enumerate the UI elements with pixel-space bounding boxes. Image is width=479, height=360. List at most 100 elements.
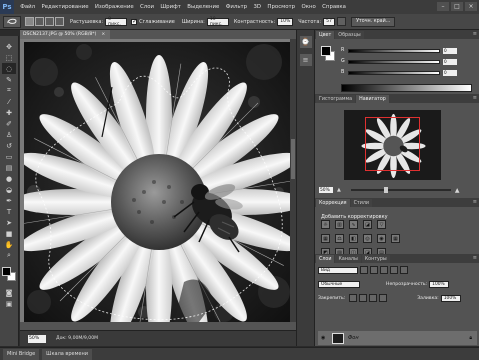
tab-color[interactable]: Цвет [316,31,335,39]
tab-paths[interactable]: Контуры [361,255,390,263]
slider-blue-track[interactable] [348,70,440,75]
frequency-field[interactable]: 57 [323,17,336,26]
levels-icon[interactable]: ▥ [335,220,344,229]
menu-help[interactable]: Справка [322,4,346,10]
slider-red[interactable]: R 0 [341,47,457,54]
gradient-tool-icon[interactable]: ▤ [2,162,16,173]
menu-edit[interactable]: Редактирование [41,4,88,10]
brightness-contrast-icon[interactable]: ☼ [321,220,330,229]
menu-window[interactable]: Окно [301,4,315,10]
filter-smart-icon[interactable] [400,266,408,274]
dodge-tool-icon[interactable]: ◒ [2,184,16,195]
quick-selection-tool-icon[interactable]: ✎ [2,74,16,85]
tab-histogram[interactable]: Гистограмма [316,95,356,103]
color-balance-icon[interactable]: ⚖ [335,234,344,243]
subtract-selection-icon[interactable] [45,17,54,26]
curves-icon[interactable]: ∿ [349,220,358,229]
marquee-tool-icon[interactable]: ⬚ [2,52,16,63]
slider-blue[interactable]: B 0 [341,69,457,76]
menu-image[interactable]: Изображение [95,4,134,10]
color-spectrum[interactable] [341,84,472,92]
pen-pressure-icon[interactable] [337,17,347,26]
refine-edge-button[interactable]: Уточн. край... [351,16,396,27]
path-selection-tool-icon[interactable]: ➤ [2,217,16,228]
antialias-checkbox[interactable] [131,18,137,25]
contrast-field[interactable]: 10% [277,17,294,26]
close-tab-icon[interactable]: × [101,32,105,37]
lock-position-icon[interactable] [369,294,378,302]
panel-menu-icon[interactable]: ≡ [473,255,477,261]
menu-type[interactable]: Шрифт [160,4,180,10]
crop-tool-icon[interactable]: ⌗ [2,85,16,96]
lock-transparent-icon[interactable] [349,294,358,302]
zoom-field[interactable]: 50% [28,334,46,343]
menu-layers[interactable]: Слои [140,4,154,10]
image-canvas[interactable] [24,42,290,322]
filter-pixel-icon[interactable] [360,266,368,274]
history-panel-icon[interactable]: ⌚ [299,36,312,48]
menu-3d[interactable]: 3D [253,4,261,10]
fill-field[interactable]: 100% [440,294,461,302]
new-selection-icon[interactable] [25,17,34,26]
filter-adjustment-icon[interactable] [370,266,378,274]
navigator-view-box[interactable] [365,117,420,171]
tab-timeline[interactable]: Шкала времени [42,348,92,360]
tab-mini-bridge[interactable]: Mini Bridge [3,348,40,360]
panel-menu-icon[interactable]: ≡ [473,31,477,37]
zoom-out-icon[interactable]: ▲ [337,187,341,193]
zoom-tool-icon[interactable]: ⌕ [2,250,16,261]
black-white-icon[interactable]: ◧ [349,234,358,243]
foreground-color[interactable] [2,267,11,276]
navigator-zoom-slider[interactable] [350,187,451,193]
lasso-tool-icon[interactable]: ◌ [2,63,16,74]
feather-field[interactable]: 0 пикс. [105,17,128,27]
close-button[interactable]: × [465,2,477,11]
navigator-preview[interactable] [344,110,441,180]
filter-type-icon[interactable] [380,266,388,274]
color-swatches[interactable] [0,265,19,287]
properties-panel-icon[interactable]: ≡ [299,54,312,66]
color-panel-foreground[interactable] [321,46,331,56]
add-selection-icon[interactable] [35,17,44,26]
vibrance-icon[interactable]: ▽ [377,220,386,229]
slider-green-track[interactable] [348,59,440,64]
navigator-zoom-field[interactable]: 50% [319,187,333,193]
menu-view[interactable]: Просмотр [267,4,295,10]
menu-file[interactable]: Файл [20,4,35,10]
type-tool-icon[interactable]: T [2,206,16,217]
healing-brush-tool-icon[interactable]: ✚ [2,107,16,118]
tab-navigator[interactable]: Навигатор [356,95,389,103]
move-tool-icon[interactable]: ✥ [2,41,16,52]
slider-red-track[interactable] [348,48,440,53]
hand-tool-icon[interactable]: ✋ [2,239,16,250]
minimize-button[interactable]: – [437,2,449,11]
blend-mode-select[interactable]: Обычные [318,280,360,288]
photo-filter-icon[interactable]: ◎ [363,234,372,243]
slider-blue-value[interactable]: 0 [443,69,457,76]
eyedropper-tool-icon[interactable]: ⁄ [2,96,16,107]
tool-preset-picker[interactable] [3,15,21,28]
slider-green[interactable]: G 0 [341,58,457,65]
shape-tool-icon[interactable]: ■ [2,228,16,239]
blur-tool-icon[interactable]: ● [2,173,16,184]
slider-green-value[interactable]: 0 [443,58,457,65]
slider-red-value[interactable]: 0 [443,47,457,54]
pen-tool-icon[interactable]: ✒ [2,195,16,206]
tab-styles[interactable]: Стили [350,199,373,207]
tab-swatches[interactable]: Образцы [335,31,364,39]
tab-layers[interactable]: Слои [316,255,335,263]
scrollbar-thumb[interactable] [291,139,295,179]
eraser-tool-icon[interactable]: ▭ [2,151,16,162]
hue-saturation-icon[interactable]: ▦ [321,234,330,243]
lock-pixels-icon[interactable] [359,294,368,302]
channel-mixer-icon[interactable]: ◉ [377,234,386,243]
opacity-field[interactable]: 100% [429,280,450,288]
exposure-icon[interactable]: ◪ [363,220,372,229]
brush-tool-icon[interactable]: ✐ [2,118,16,129]
navigator-zoom-thumb[interactable] [384,187,389,193]
intersect-selection-icon[interactable] [55,17,64,26]
maximize-button[interactable]: □ [451,2,463,11]
lock-all-icon[interactable] [379,294,388,302]
panel-menu-icon[interactable]: ≡ [473,199,477,205]
zoom-in-icon[interactable]: ▲ [455,187,460,194]
